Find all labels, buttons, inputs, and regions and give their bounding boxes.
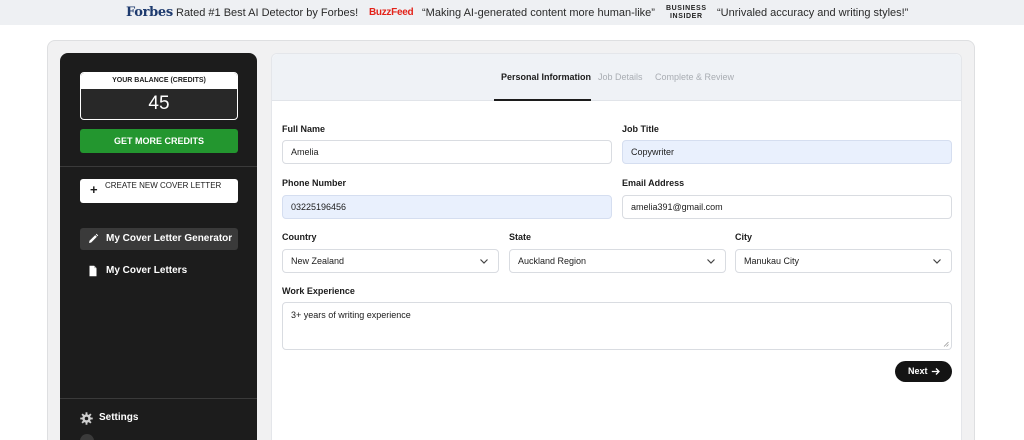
chevron-down-icon — [933, 259, 941, 264]
sidebar-divider-bottom — [60, 398, 257, 399]
job-title-label: Job Title — [622, 124, 659, 134]
forbes-quote: Rated #1 Best AI Detector by Forbes! — [176, 7, 359, 19]
phone-number-field[interactable]: 03225196456 — [282, 195, 612, 219]
sidebar-item-my-cover-letters[interactable]: My Cover Letters — [80, 260, 238, 282]
country-label: Country — [282, 232, 317, 242]
buzzfeed-quote: “Making AI-generated content more human-… — [422, 7, 655, 19]
settings-label: Settings — [99, 412, 139, 423]
city-select[interactable]: Manukau City — [735, 249, 952, 273]
full-name-label: Full Name — [282, 124, 326, 134]
buzzfeed-logo: BuzzFeed — [369, 7, 414, 18]
email-field[interactable]: amelia391@gmail.com — [622, 195, 952, 219]
chevron-down-icon — [480, 259, 488, 264]
city-label: City — [735, 232, 753, 242]
full-name-field[interactable]: Amelia — [282, 140, 612, 164]
email-address-label: Email Address — [622, 178, 685, 188]
country-value: New Zealand — [291, 256, 345, 266]
business-insider-logo-line1: BUSINESS — [666, 5, 707, 12]
state-label: State — [509, 232, 532, 242]
business-insider-logo: BUSINESS INSIDER — [666, 5, 707, 21]
sidebar-divider — [60, 166, 257, 167]
press-banner: Forbes Rated #1 Best AI Detector by Forb… — [0, 0, 1024, 25]
state-select[interactable]: Auckland Region — [509, 249, 726, 273]
active-tab-indicator — [494, 99, 591, 101]
create-new-cover-letter-button[interactable]: + CREATE NEW COVER LETTER — [80, 179, 238, 203]
balance-label: YOUR BALANCE (CREDITS) — [81, 73, 237, 89]
work-experience-label: Work Experience — [282, 286, 355, 296]
sidebar-item-label: My Cover Letter Generator — [106, 233, 233, 244]
sidebar-item-cover-letter-generator[interactable]: My Cover Letter Generator — [80, 228, 238, 250]
work-experience-textarea[interactable]: 3+ years of writing experience — [282, 302, 952, 350]
credit-balance-box: YOUR BALANCE (CREDITS) 45 — [80, 72, 238, 120]
document-icon — [89, 265, 97, 277]
create-button-label: CREATE NEW COVER LETTER — [105, 181, 222, 190]
job-title-field[interactable]: Copywriter — [622, 140, 952, 164]
sidebar-item-label: My Cover Letters — [106, 265, 188, 276]
phone-number-label: Phone Number — [282, 178, 347, 188]
resize-handle-icon[interactable] — [943, 341, 949, 347]
pencil-icon — [89, 233, 99, 243]
work-experience-value: 3+ years of writing experience — [291, 310, 411, 320]
form-card — [271, 53, 962, 440]
country-select[interactable]: New Zealand — [282, 249, 499, 273]
next-button[interactable]: Next — [895, 361, 952, 382]
plus-icon: + — [90, 182, 98, 197]
next-button-label: Next — [908, 366, 928, 376]
sidebar-item-settings[interactable]: Settings — [80, 410, 138, 426]
arrow-right-icon — [931, 368, 940, 375]
get-more-credits-button[interactable]: GET MORE CREDITS — [80, 129, 238, 153]
tab-job-details[interactable]: Job Details — [598, 72, 643, 82]
chevron-down-icon — [707, 259, 715, 264]
gear-icon — [80, 412, 93, 425]
city-value: Manukau City — [744, 256, 800, 266]
balance-value: 45 — [148, 93, 170, 114]
tab-complete-review[interactable]: Complete & Review — [655, 72, 734, 82]
business-insider-logo-line2: INSIDER — [670, 13, 703, 20]
forbes-logo: Forbes — [126, 5, 173, 20]
business-insider-quote: “Unrivaled accuracy and writing styles!” — [717, 7, 909, 19]
tab-personal-information[interactable]: Personal Information — [501, 72, 591, 82]
state-value: Auckland Region — [518, 256, 587, 266]
